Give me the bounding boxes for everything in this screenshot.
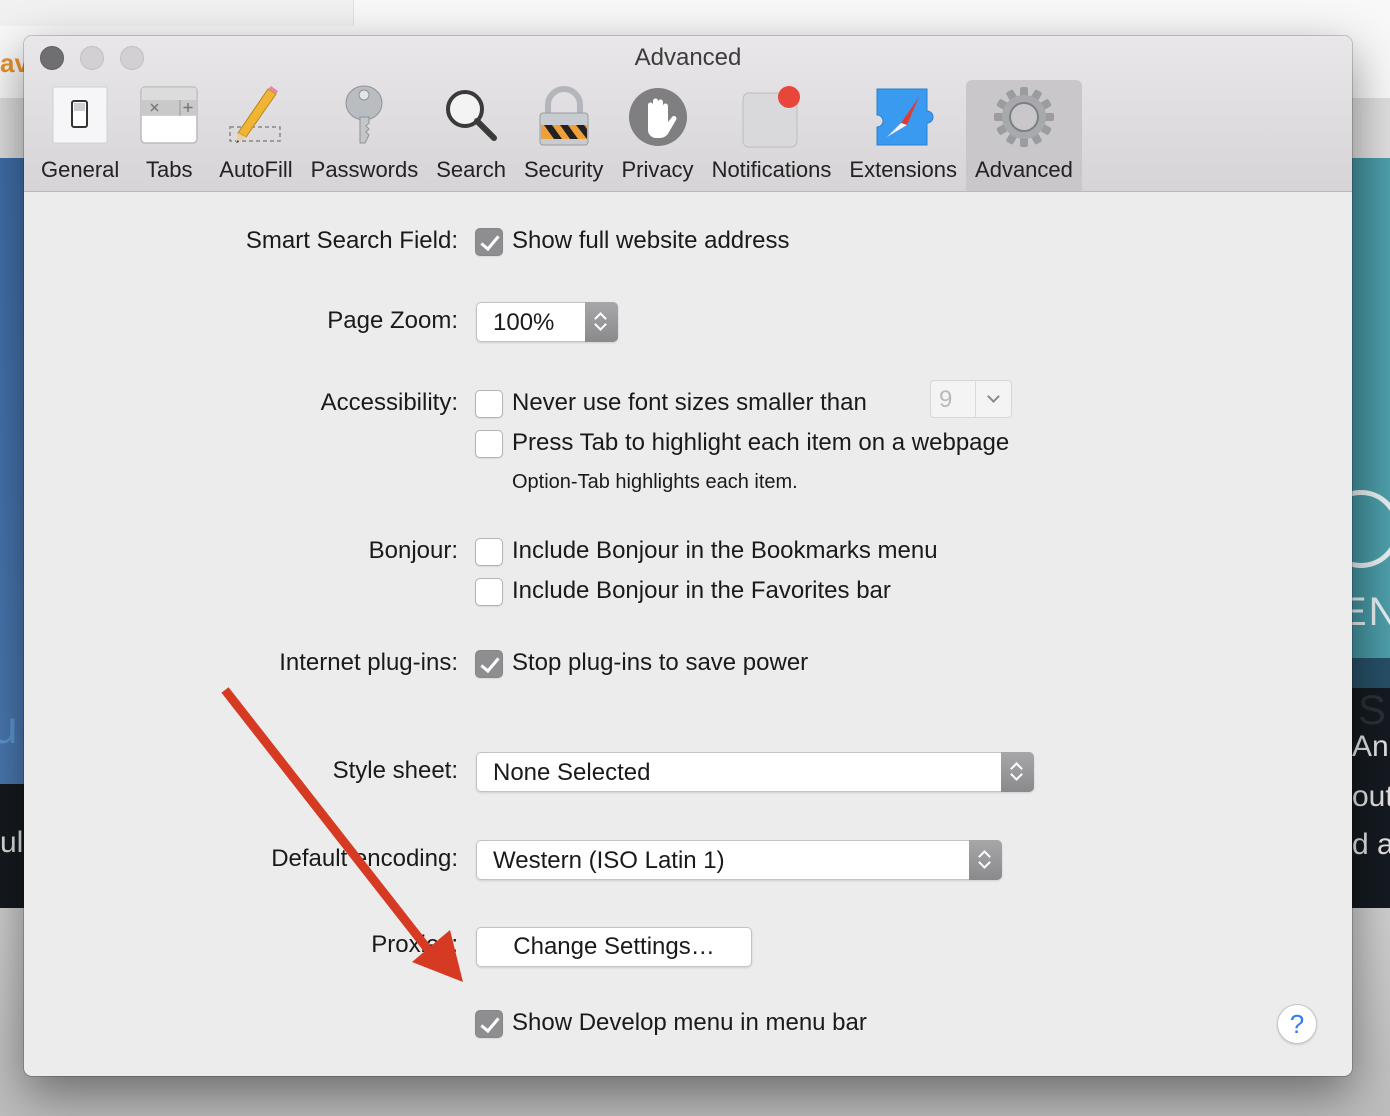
window-title: Advanced [634,44,742,71]
puzzle-compass-icon [871,85,935,149]
bonjour-bookmarks-checkbox[interactable] [475,538,503,566]
stop-plugins-label[interactable]: Stop plug-ins to save power [512,649,808,677]
help-button[interactable]: ? [1277,1004,1317,1044]
up-down-arrows-icon [585,302,618,342]
show-full-address-label[interactable]: Show full website address [512,227,789,255]
tab-search[interactable]: Search [427,80,515,191]
page-zoom-value: 100% [493,309,555,336]
tab-label: Passwords [310,157,419,182]
tab-label: Tabs [146,157,193,182]
tab-general[interactable]: General [32,80,128,191]
default-encoding-value: Western (ISO Latin 1) [493,847,725,874]
tab-label: Search [436,157,506,182]
min-font-size-select[interactable]: 9 [930,380,1012,418]
gear-icon [992,85,1056,149]
style-sheet-select[interactable]: None Selected [476,752,1034,792]
accessibility-label: Accessibility: [320,389,458,416]
tab-highlight-label[interactable]: Press Tab to highlight each item on a we… [512,429,1009,457]
background-left-dark-text: ul [0,826,24,859]
tab-extensions[interactable]: Extensions [840,80,966,191]
tab-autofill[interactable]: AutoFill [210,80,301,191]
bonjour-favorites-checkbox[interactable] [475,578,503,606]
min-font-size-value: 9 [939,386,953,413]
tab-highlight-checkbox[interactable] [475,430,503,458]
bonjour-label: Bonjour: [368,537,458,564]
show-full-address-checkbox[interactable] [475,228,503,256]
proxies-label: Proxies: [371,931,458,958]
bonjour-bookmarks-label[interactable]: Include Bonjour in the Bookmarks menu [512,537,938,565]
background-left-text: u [0,701,18,753]
tab-advanced[interactable]: Advanced [966,80,1082,191]
default-encoding-select[interactable]: Western (ISO Latin 1) [476,840,1002,880]
light-switch-icon [48,85,112,149]
key-icon [332,85,396,149]
chevron-down-icon [975,381,1011,417]
preferences-window: Advanced General Tabs AutoFill Passwords… [24,36,1352,1076]
tab-security[interactable]: Security [515,80,612,191]
up-down-arrows-icon [969,840,1002,880]
background-right-heading: S [1358,686,1387,733]
notification-badge-icon [739,85,803,149]
tab-label: Security [523,157,604,182]
background-tab-strip [0,0,354,26]
tab-passwords[interactable]: Passwords [302,80,428,191]
tab-label: Notifications [711,157,832,182]
option-tab-note: Option-Tab highlights each item. [512,471,798,493]
tab-label: General [41,157,120,182]
up-down-arrows-icon [1001,752,1034,792]
smart-search-field-label: Smart Search Field: [245,227,458,254]
tab-notifications[interactable]: Notifications [703,80,841,191]
tab-privacy[interactable]: Privacy [612,80,702,191]
padlock-icon [532,85,596,149]
background-right-line: out [1352,780,1390,813]
tab-label: Extensions [849,157,958,182]
tab-label: AutoFill [219,157,293,182]
show-develop-menu-label[interactable]: Show Develop menu in menu bar [512,1009,867,1037]
show-develop-menu-checkbox[interactable] [475,1010,503,1038]
stop-plugins-checkbox[interactable] [475,650,503,678]
background-right-line: An [1352,730,1389,763]
magnifier-icon [439,85,503,149]
title-bar: Advanced General Tabs AutoFill Passwords… [24,36,1352,192]
tab-label: Privacy [621,157,694,182]
tab-tabs[interactable]: Tabs [128,80,210,191]
hand-icon [626,85,690,149]
pencil-icon [224,85,288,149]
advanced-settings-pane: Smart Search Field: Show full website ad… [24,192,1352,1076]
tabs-icon [137,85,201,149]
page-zoom-label: Page Zoom: [327,307,458,334]
page-zoom-select[interactable]: 100% [476,302,618,342]
style-sheet-label: Style sheet: [332,757,458,784]
min-font-size-checkbox[interactable] [475,390,503,418]
internet-plugins-label: Internet plug-ins: [279,649,458,676]
preferences-toolbar: General Tabs AutoFill Passwords Search S… [32,80,1082,191]
default-encoding-label: Default encoding: [271,845,458,872]
style-sheet-value: None Selected [493,759,651,786]
background-right-line: d a [1352,828,1390,861]
min-font-size-label[interactable]: Never use font sizes smaller than [512,389,867,417]
tab-label: Advanced [975,157,1073,182]
bonjour-favorites-label[interactable]: Include Bonjour in the Favorites bar [512,577,891,605]
change-settings-button[interactable]: Change Settings… [476,927,752,967]
